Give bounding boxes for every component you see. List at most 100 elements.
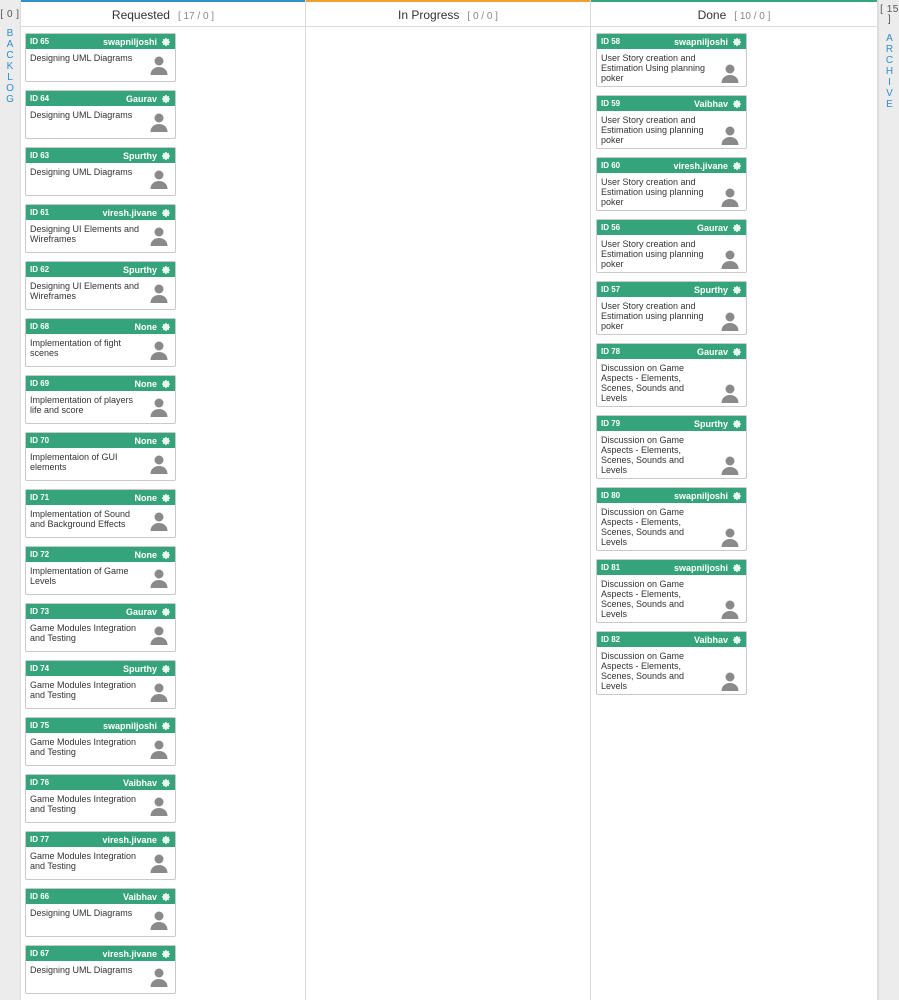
card-owner[interactable]: None xyxy=(49,493,158,503)
gear-icon[interactable] xyxy=(732,37,742,47)
task-card[interactable]: ID 73 Gaurav Game Modules Integration and … xyxy=(25,603,176,652)
user-avatar-icon[interactable] xyxy=(720,311,740,331)
user-avatar-icon[interactable] xyxy=(720,527,740,547)
task-card[interactable]: ID 59 Vaibhav User Story creation and Esti… xyxy=(596,95,747,149)
user-avatar-icon[interactable] xyxy=(149,55,169,75)
task-card[interactable]: ID 67 viresh.jivane Designing UML Diagrams xyxy=(25,945,176,994)
gear-icon[interactable] xyxy=(161,664,171,674)
task-card[interactable]: ID 75 swapniljoshi Game Modules Integratio… xyxy=(25,717,176,766)
backlog-rail[interactable]: [ 0 ] BACKLOG xyxy=(0,0,21,1000)
card-owner[interactable]: Spurthy xyxy=(620,285,728,295)
user-avatar-icon[interactable] xyxy=(149,397,169,417)
gear-icon[interactable] xyxy=(161,949,171,959)
gear-icon[interactable] xyxy=(732,491,742,501)
gear-icon[interactable] xyxy=(161,550,171,560)
task-card[interactable]: ID 70 None Implementaion of GUI elements xyxy=(25,432,176,481)
card-owner[interactable]: viresh.jivane xyxy=(49,949,157,959)
task-card[interactable]: ID 58 swapniljoshi User Story creation and… xyxy=(596,33,747,87)
card-owner[interactable]: viresh.jivane xyxy=(620,161,728,171)
card-owner[interactable]: Gaurav xyxy=(49,607,157,617)
card-owner[interactable]: swapniljoshi xyxy=(620,491,728,501)
card-owner[interactable]: Vaibhav xyxy=(620,635,728,645)
gear-icon[interactable] xyxy=(732,635,742,645)
task-card[interactable]: ID 80 swapniljoshi Discussion on Game Aspe… xyxy=(596,487,747,551)
task-card[interactable]: ID 78 Gaurav Discussion on Game Aspects - … xyxy=(596,343,747,407)
user-avatar-icon[interactable] xyxy=(720,455,740,475)
gear-icon[interactable] xyxy=(161,265,171,275)
task-card[interactable]: ID 79 Spurthy Discussion on Game Aspects -… xyxy=(596,415,747,479)
user-avatar-icon[interactable] xyxy=(720,383,740,403)
card-owner[interactable]: swapniljoshi xyxy=(620,563,728,573)
task-card[interactable]: ID 57 Spurthy User Story creation and Esti… xyxy=(596,281,747,335)
user-avatar-icon[interactable] xyxy=(720,125,740,145)
card-owner[interactable]: swapniljoshi xyxy=(49,721,157,731)
task-card[interactable]: ID 60 viresh.jivane User Story creation an… xyxy=(596,157,747,211)
user-avatar-icon[interactable] xyxy=(149,910,169,930)
task-card[interactable]: ID 69 None Implementation of players life … xyxy=(25,375,176,424)
gear-icon[interactable] xyxy=(161,835,171,845)
user-avatar-icon[interactable] xyxy=(149,967,169,987)
user-avatar-icon[interactable] xyxy=(149,625,169,645)
card-owner[interactable]: Spurthy xyxy=(49,265,157,275)
card-owner[interactable]: Spurthy xyxy=(49,664,157,674)
card-owner[interactable]: Gaurav xyxy=(620,223,728,233)
card-owner[interactable]: None xyxy=(49,436,158,446)
gear-icon[interactable] xyxy=(732,223,742,233)
user-avatar-icon[interactable] xyxy=(149,454,169,474)
user-avatar-icon[interactable] xyxy=(149,169,169,189)
user-avatar-icon[interactable] xyxy=(720,671,740,691)
card-owner[interactable]: Vaibhav xyxy=(49,892,157,902)
user-avatar-icon[interactable] xyxy=(149,340,169,360)
gear-icon[interactable] xyxy=(161,778,171,788)
card-owner[interactable]: None xyxy=(49,322,158,332)
card-owner[interactable]: swapniljoshi xyxy=(620,37,728,47)
user-avatar-icon[interactable] xyxy=(149,682,169,702)
archive-label[interactable]: ARCHIVE xyxy=(879,33,899,110)
task-card[interactable]: ID 76 Vaibhav Game Modules Integration and… xyxy=(25,774,176,823)
task-card[interactable]: ID 82 Vaibhav Discussion on Game Aspects -… xyxy=(596,631,747,695)
task-card[interactable]: ID 77 viresh.jivane Game Modules Integrati… xyxy=(25,831,176,880)
gear-icon[interactable] xyxy=(161,151,171,161)
user-avatar-icon[interactable] xyxy=(149,739,169,759)
task-card[interactable]: ID 61 viresh.jivane Designing UI Elements … xyxy=(25,204,176,253)
user-avatar-icon[interactable] xyxy=(720,249,740,269)
user-avatar-icon[interactable] xyxy=(149,853,169,873)
card-owner[interactable]: viresh.jivane xyxy=(49,835,157,845)
task-card[interactable]: ID 66 Vaibhav Designing UML Diagrams xyxy=(25,888,176,937)
card-owner[interactable]: None xyxy=(49,379,158,389)
gear-icon[interactable] xyxy=(732,285,742,295)
task-card[interactable]: ID 62 Spurthy Designing UI Elements and Wi… xyxy=(25,261,176,310)
card-owner[interactable]: Vaibhav xyxy=(49,778,157,788)
task-card[interactable]: ID 81 swapniljoshi Discussion on Game Aspe… xyxy=(596,559,747,623)
card-owner[interactable]: swapniljoshi xyxy=(49,37,157,47)
user-avatar-icon[interactable] xyxy=(149,511,169,531)
card-owner[interactable]: viresh.jivane xyxy=(49,208,157,218)
user-avatar-icon[interactable] xyxy=(149,796,169,816)
gear-icon[interactable] xyxy=(161,322,171,332)
task-card[interactable]: ID 71 None Implementation of Sound and Bac… xyxy=(25,489,176,538)
gear-icon[interactable] xyxy=(161,892,171,902)
card-owner[interactable]: Gaurav xyxy=(49,94,157,104)
gear-icon[interactable] xyxy=(732,347,742,357)
gear-icon[interactable] xyxy=(161,37,171,47)
task-card[interactable]: ID 56 Gaurav User Story creation and Estim… xyxy=(596,219,747,273)
gear-icon[interactable] xyxy=(161,493,171,503)
gear-icon[interactable] xyxy=(161,436,171,446)
gear-icon[interactable] xyxy=(732,563,742,573)
task-card[interactable]: ID 68 None Implementation of fight scenes xyxy=(25,318,176,367)
user-avatar-icon[interactable] xyxy=(149,226,169,246)
task-card[interactable]: ID 65 swapniljoshi Designing UML Diagrams xyxy=(25,33,176,82)
card-owner[interactable]: Vaibhav xyxy=(620,99,728,109)
card-owner[interactable]: Gaurav xyxy=(620,347,728,357)
gear-icon[interactable] xyxy=(161,94,171,104)
gear-icon[interactable] xyxy=(161,721,171,731)
task-card[interactable]: ID 64 Gaurav Designing UML Diagrams xyxy=(25,90,176,139)
gear-icon[interactable] xyxy=(161,208,171,218)
user-avatar-icon[interactable] xyxy=(720,599,740,619)
gear-icon[interactable] xyxy=(161,607,171,617)
gear-icon[interactable] xyxy=(732,99,742,109)
archive-rail[interactable]: [ 15 ] ARCHIVE xyxy=(878,0,899,1000)
gear-icon[interactable] xyxy=(732,161,742,171)
user-avatar-icon[interactable] xyxy=(149,283,169,303)
user-avatar-icon[interactable] xyxy=(720,187,740,207)
